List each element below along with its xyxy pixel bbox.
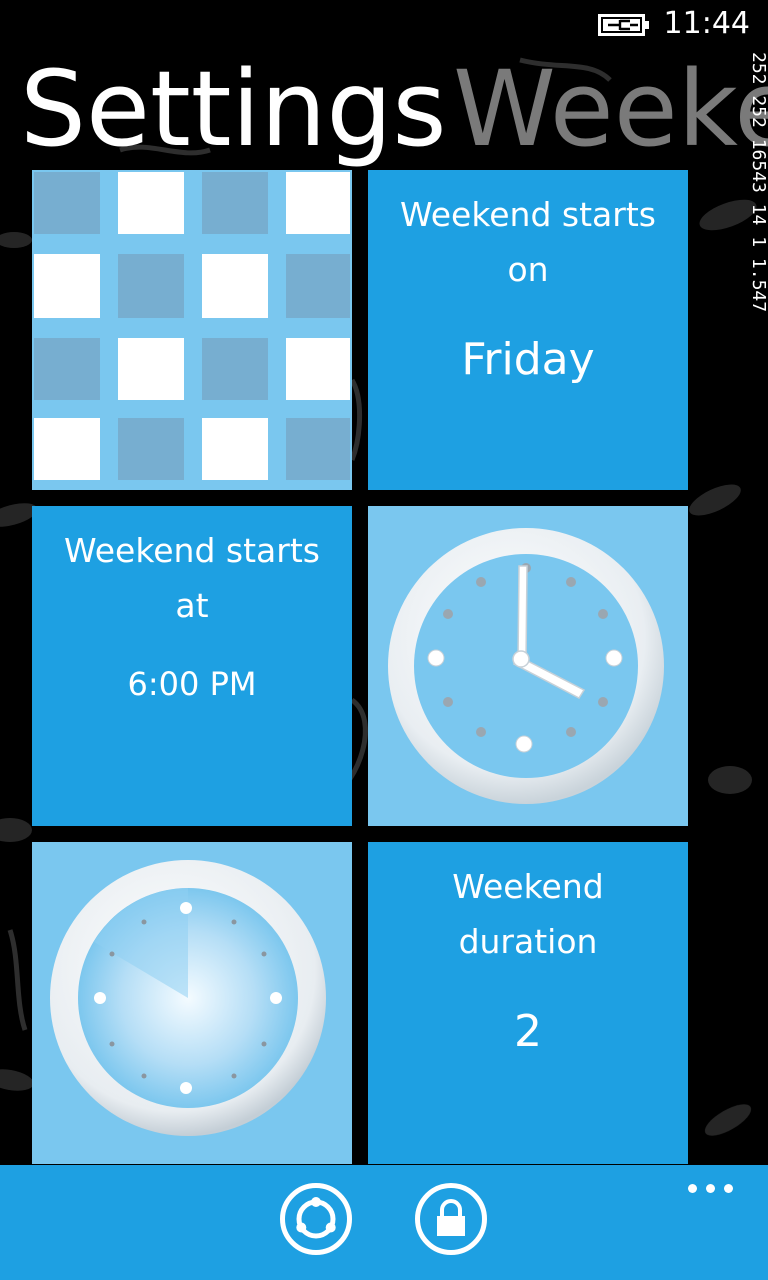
checker-pattern-icon (34, 172, 350, 480)
sync-button[interactable] (280, 1183, 352, 1255)
start-time-heading-line2: at (175, 586, 209, 625)
start-time-value: 6:00 PM (127, 665, 257, 703)
tile-progress-clock[interactable] (32, 842, 352, 1164)
status-bar: 11:44 (0, 0, 768, 50)
start-time-heading-line1: Weekend starts (64, 531, 320, 570)
side-counter: 252 252 16543 14 1 1.547 (748, 52, 768, 313)
status-time: 11:44 (663, 6, 750, 41)
duration-heading-line2: duration (458, 922, 598, 961)
duration-value: 2 (514, 1006, 542, 1057)
start-day-heading-line1: Weekend starts (400, 195, 656, 234)
start-day-value: Friday (461, 334, 595, 385)
tile-clock[interactable] (368, 506, 688, 826)
app-bar (0, 1165, 768, 1280)
page-title: Settings (20, 48, 447, 170)
battery-charging-icon (598, 14, 649, 36)
progress-clock-icon (50, 860, 326, 1136)
duration-heading-line1: Weekend (452, 867, 604, 906)
lock-button[interactable] (415, 1183, 487, 1255)
lock-icon (437, 1199, 465, 1236)
start-day-heading-line2: on (507, 250, 549, 289)
sync-icon (296, 1197, 336, 1239)
tile-pattern[interactable] (32, 170, 352, 490)
more-dots-icon[interactable] (686, 1180, 736, 1198)
clock-icon (388, 528, 664, 804)
next-section-title[interactable]: Weeke (453, 44, 768, 174)
tile-start-time[interactable]: Weekend starts at 6:00 PM (32, 506, 352, 826)
settings-screen: 11:44 Settings Weeke 252 252 16543 14 1 … (0, 0, 768, 1280)
tile-start-day[interactable]: Weekend starts on Friday (368, 170, 688, 490)
tile-duration[interactable]: Weekend duration 2 (368, 842, 688, 1164)
